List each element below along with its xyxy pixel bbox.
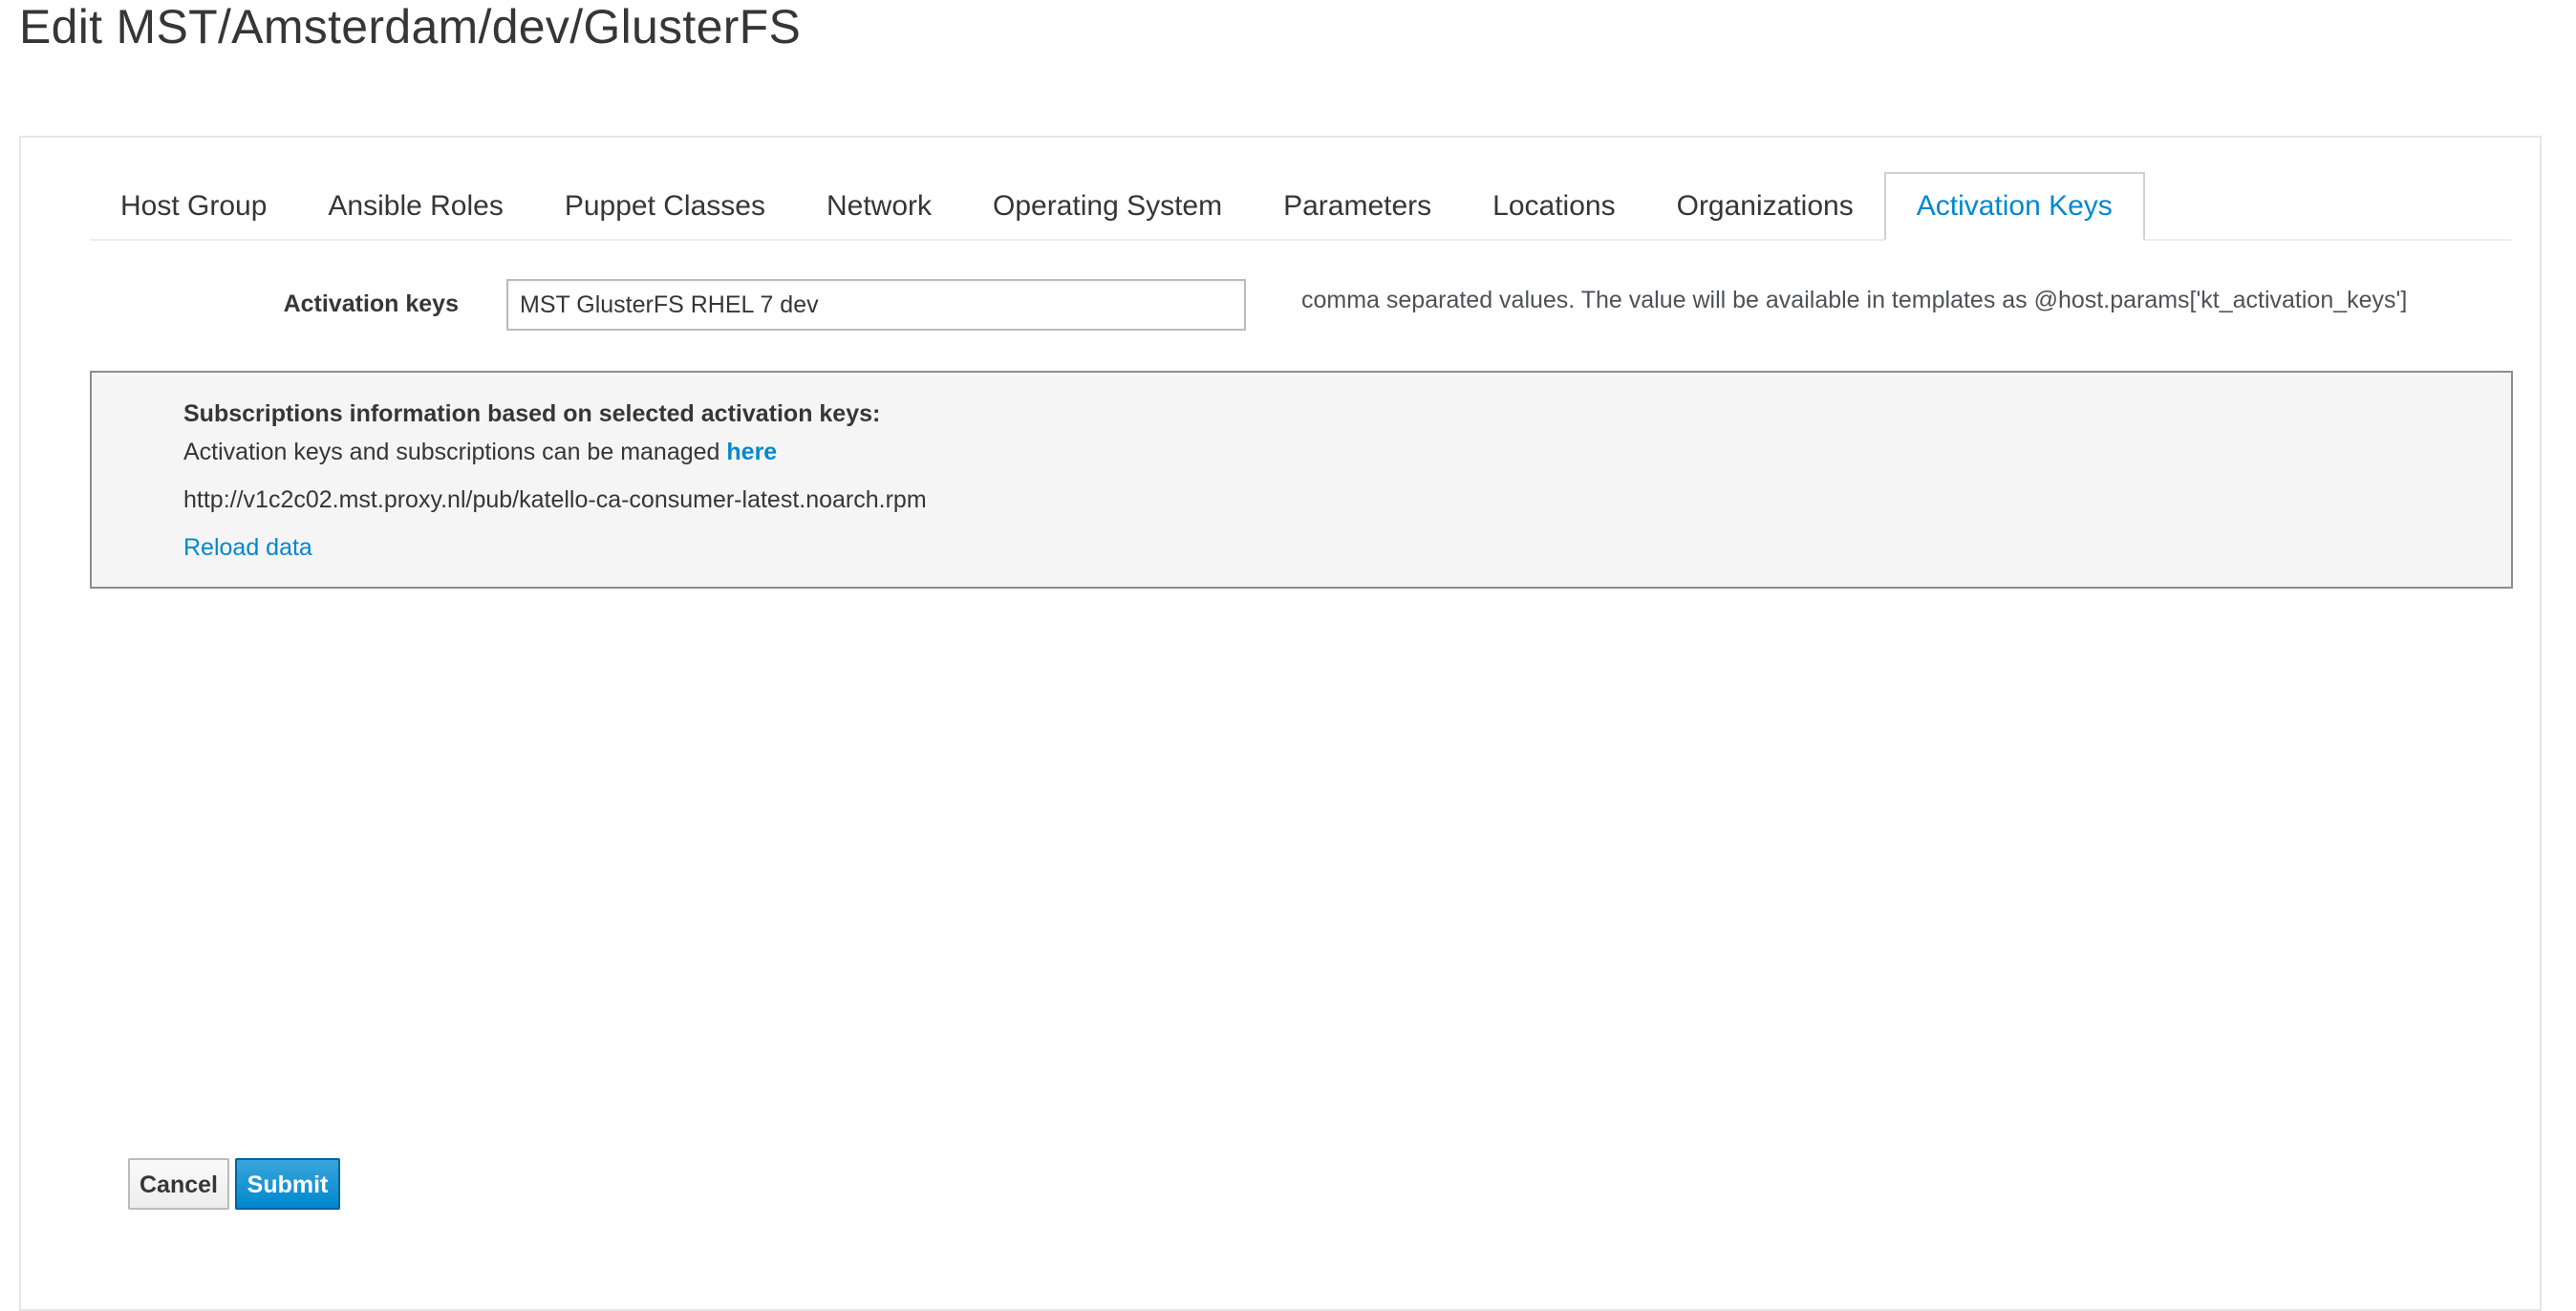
reload-data-link[interactable]: Reload data [183, 531, 312, 564]
tab-network[interactable]: Network [796, 174, 962, 239]
manage-subscriptions-text: Activation keys and subscriptions can be… [183, 436, 777, 468]
tab-locations[interactable]: Locations [1462, 174, 1645, 239]
consumer-rpm-url: http://v1c2c02.mst.proxy.nl/pub/katello-… [183, 486, 927, 513]
tab-host-group[interactable]: Host Group [90, 174, 297, 239]
activation-keys-row: Activation keys comma separated values. … [0, 279, 2576, 333]
subscriptions-heading: Subscriptions information based on selec… [183, 400, 881, 427]
activation-keys-help: comma separated values. The value will b… [1301, 287, 2408, 313]
tab-parameters[interactable]: Parameters [1253, 174, 1462, 239]
subscriptions-info-box: Subscriptions information based on selec… [90, 371, 2513, 589]
tab-bar: Host Group Ansible Roles Puppet Classes … [90, 172, 2511, 241]
activation-keys-label: Activation keys [283, 290, 459, 317]
tab-ansible-roles[interactable]: Ansible Roles [297, 174, 533, 239]
manage-text: Activation keys and subscriptions can be… [183, 439, 727, 465]
tab-puppet-classes[interactable]: Puppet Classes [534, 174, 796, 239]
submit-button[interactable]: Submit [235, 1158, 340, 1210]
tab-operating-system[interactable]: Operating System [962, 174, 1253, 239]
cancel-button[interactable]: Cancel [128, 1158, 229, 1210]
activation-keys-input[interactable] [506, 279, 1246, 331]
tab-organizations[interactable]: Organizations [1646, 174, 1884, 239]
manage-here-link[interactable]: here [726, 439, 777, 465]
tab-activation-keys[interactable]: Activation Keys [1883, 172, 2145, 241]
page-title: Edit MST/Amsterdam/dev/GlusterFS [19, 0, 802, 54]
